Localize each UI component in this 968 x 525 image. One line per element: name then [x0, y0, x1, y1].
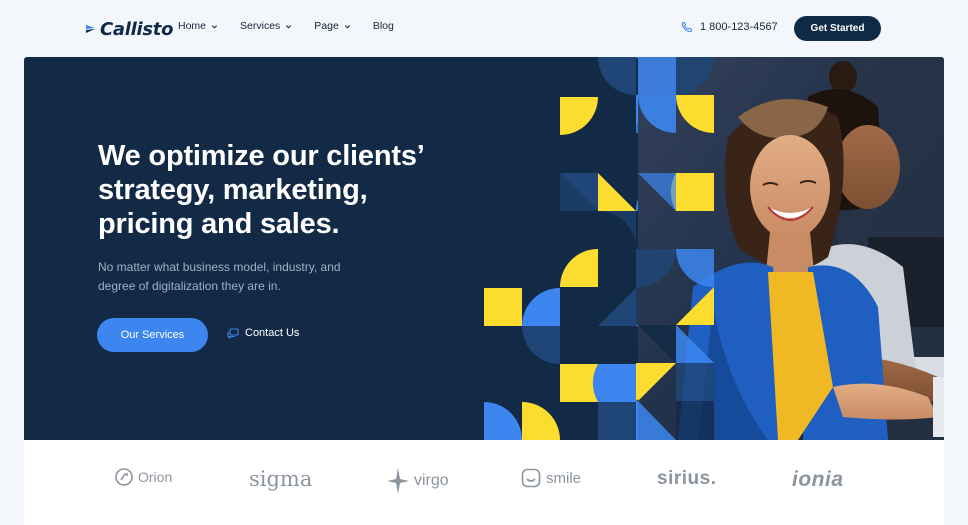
partner-label: Orion: [138, 469, 173, 485]
chevron-down-icon: [211, 24, 218, 29]
logo-mark-icon: [86, 25, 95, 33]
nav-label: Page: [314, 20, 339, 32]
header-phone[interactable]: 1 800-123-4567: [681, 21, 778, 33]
partner-logo-smile: smile: [521, 468, 581, 488]
hero-title-line: pricing and sales.: [98, 208, 340, 240]
partner-label: sigma: [249, 467, 313, 491]
partner-logo-ionia: ionia: [792, 468, 844, 492]
hero-title-line: We optimize our clients’: [98, 140, 425, 172]
partner-label: ionia: [792, 468, 844, 491]
chevron-down-icon: [344, 24, 350, 29]
site-header: Callisto Home Services Page Blog 1 800-1…: [0, 0, 968, 56]
get-started-button[interactable]: Get Started: [794, 16, 881, 41]
smile-icon: [521, 468, 541, 488]
phone-icon: [681, 21, 693, 33]
orion-icon: [115, 468, 133, 486]
main-nav: Home Services Page Blog: [178, 20, 394, 32]
partner-logo-sirius: sirius.: [657, 468, 716, 490]
partner-label: sirius.: [657, 468, 717, 489]
brand-logo[interactable]: Callisto: [86, 17, 173, 41]
contact-us-label: Contact Us: [245, 327, 300, 339]
star-icon: [387, 468, 409, 494]
contact-us-link[interactable]: Contact Us: [227, 327, 299, 339]
hero-section: We optimize our clients’ strategy, marke…: [24, 57, 944, 440]
partner-logo-sigma: sigma: [249, 467, 312, 491]
hero-subtitle-line: degree of digitalization they are in.: [98, 279, 281, 293]
photo-overlay-pattern: [638, 57, 714, 440]
nav-item-home[interactable]: Home: [178, 20, 218, 32]
phone-number: 1 800-123-4567: [700, 21, 778, 33]
partner-logo-virgo: virgo: [387, 468, 449, 494]
partner-label: virgo: [414, 472, 449, 489]
chevron-down-icon: [286, 24, 292, 29]
nav-label: Blog: [372, 20, 394, 32]
brand-name: Callisto: [100, 18, 174, 40]
nav-label: Services: [240, 20, 281, 32]
partner-logos: Orion sigma virgo smile sirius. ionia: [24, 440, 944, 525]
chat-icon: [227, 327, 239, 339]
nav-item-blog[interactable]: Blog: [373, 20, 394, 32]
our-services-button[interactable]: Our Services: [97, 318, 208, 352]
hero-title-line: strategy, marketing,: [98, 174, 368, 206]
partner-logo-orion: Orion: [115, 468, 172, 486]
nav-item-services[interactable]: Services: [240, 20, 292, 32]
hero-title: We optimize our clients’ strategy, marke…: [98, 139, 498, 241]
nav-label: Home: [178, 20, 207, 32]
hero-subtitle-line: No matter what business model, industry,…: [98, 260, 341, 274]
partner-label: smile: [546, 469, 582, 487]
hero-subtitle: No matter what business model, industry,…: [98, 258, 368, 296]
nav-item-page[interactable]: Page: [314, 20, 351, 32]
